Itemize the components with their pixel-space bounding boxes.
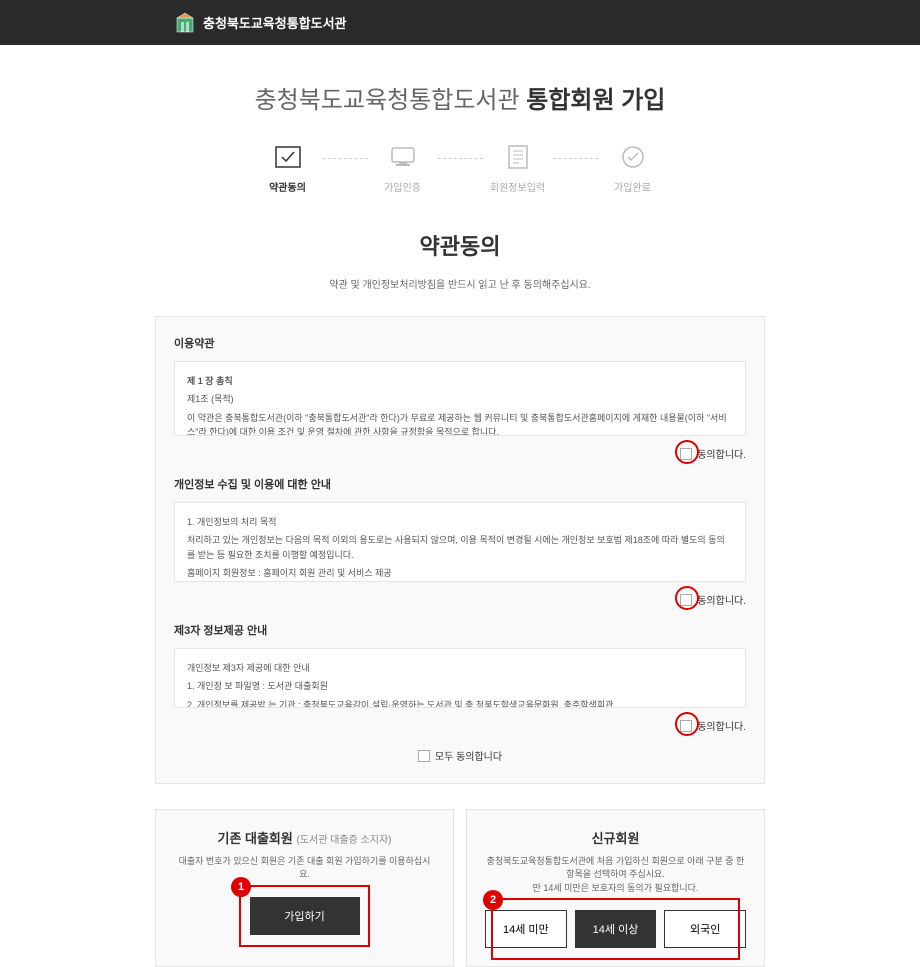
- checkbox-icon[interactable]: [418, 750, 430, 762]
- check-circle-icon: [619, 145, 647, 169]
- agree-usage[interactable]: 동의합니다.: [680, 446, 746, 461]
- progress-steps: 약관동의 가입인증 회원정보입력 가입완료: [155, 145, 765, 194]
- new-desc1: 충청북도교육청통합도서관에 처음 가입하신 회원으로 아래 구분 중 한 항목을…: [487, 856, 745, 880]
- header: 충청북도교육청통합도서관: [0, 0, 920, 45]
- logo-icon: [175, 12, 195, 34]
- over14-button[interactable]: 14세 이상: [575, 910, 657, 948]
- site-name: 충청북도교육청통합도서관: [203, 13, 347, 32]
- terms-privacy-content[interactable]: 1. 개인정보의 처리 목적 처리하고 있는 개인정보는 다음의 목적 이외의 …: [174, 502, 746, 582]
- document-icon: [504, 145, 532, 169]
- step-verify: 가입인증: [373, 145, 433, 194]
- existing-signup-button[interactable]: 가입하기: [250, 897, 360, 935]
- new-member-card: 신규회원 충청북도교육청통합도서관에 처음 가입하신 회원으로 아래 구분 중 …: [466, 809, 765, 967]
- badge-1: 1: [231, 877, 251, 897]
- agree-all[interactable]: 모두 동의합니다: [418, 748, 502, 763]
- existing-desc: 대출자 번호가 있으신 회원은 기존 대출 회원 가입하기를 이용하십시요.: [174, 855, 435, 882]
- agree-privacy[interactable]: 동의합니다.: [680, 592, 746, 607]
- checkbox-icon[interactable]: [680, 448, 692, 460]
- site-logo[interactable]: 충청북도교육청통합도서관: [175, 12, 347, 34]
- terms-third-content[interactable]: 개인정보 제3자 제공에 대한 안내 1. 개인정 보 파일명 : 도서관 대출…: [174, 648, 746, 708]
- terms-privacy-label: 개인정보 수집 및 이용에 대한 안내: [174, 476, 746, 492]
- new-desc2: 만 14세 미만은 보호자의 동의가 필요합니다.: [533, 883, 699, 893]
- section-title: 약관동의: [155, 229, 765, 261]
- terms-container: 이용약관 제 1 장 총칙 제1조 (목적) 이 약관은 충북통합도서관(이하 …: [155, 316, 765, 784]
- step-done: 가입완료: [603, 145, 663, 194]
- agree-third[interactable]: 동의합니다.: [680, 718, 746, 733]
- checkbox-icon[interactable]: [680, 594, 692, 606]
- step-terms: 약관동의: [258, 145, 318, 194]
- terms-usage-label: 이용약관: [174, 335, 746, 351]
- page-title: 충청북도교육청통합도서관 통합회원 가입: [155, 80, 765, 115]
- checkbox-icon[interactable]: [680, 720, 692, 732]
- foreigner-button[interactable]: 외국인: [664, 910, 746, 948]
- under14-button[interactable]: 14세 미만: [485, 910, 567, 948]
- member-types: 기존 대출회원 (도서관 대출증 소지자) 대출자 번호가 있으신 회원은 기존…: [155, 809, 765, 967]
- monitor-icon: [389, 145, 417, 169]
- checkbox-icon: [274, 145, 302, 169]
- existing-title: 기존 대출회원: [217, 831, 292, 846]
- terms-usage-content[interactable]: 제 1 장 총칙 제1조 (목적) 이 약관은 충북통합도서관(이하 "충북통합…: [174, 361, 746, 436]
- section-subtitle: 약관 및 개인정보처리방침을 반드시 읽고 난 후 동의해주십시요.: [155, 276, 765, 291]
- badge-2: 2: [483, 890, 503, 910]
- existing-member-card: 기존 대출회원 (도서관 대출증 소지자) 대출자 번호가 있으신 회원은 기존…: [155, 809, 454, 967]
- terms-third-label: 제3자 정보제공 안내: [174, 622, 746, 638]
- step-info: 회원정보입력: [488, 145, 548, 194]
